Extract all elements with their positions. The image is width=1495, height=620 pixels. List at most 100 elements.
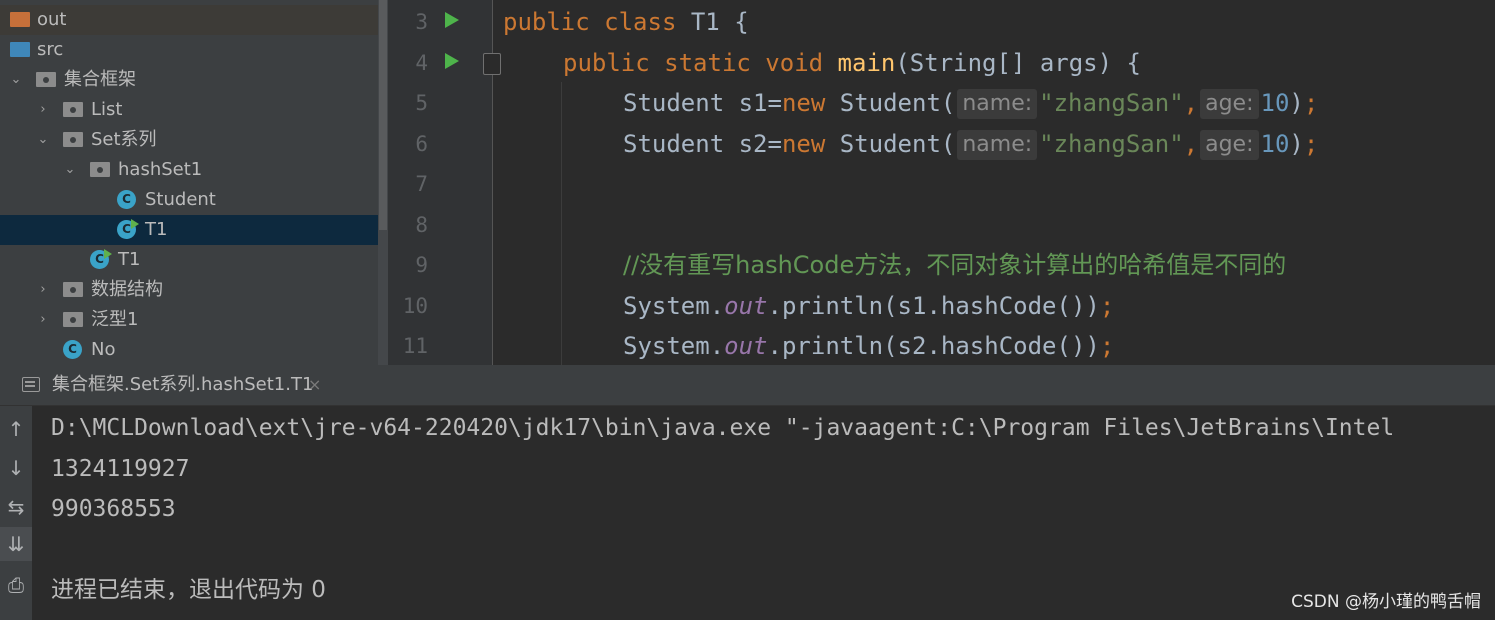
code-editor[interactable]: 3 4 5 6 7 8 9 10 11 public class T1 { pu… bbox=[388, 0, 1495, 365]
static-field: out bbox=[724, 292, 768, 320]
line-number: 11 bbox=[402, 334, 428, 358]
run-main-icon[interactable] bbox=[445, 53, 459, 69]
tree-item-hashset1[interactable]: ⌄ hashSet1 bbox=[0, 155, 388, 185]
string-literal: "zhangSan" bbox=[1039, 89, 1184, 117]
tree-item-label: List bbox=[91, 99, 123, 120]
parameter-hint: name: bbox=[957, 89, 1038, 119]
scroll-up-icon[interactable]: ↑ bbox=[0, 412, 32, 446]
parameter-hint: age: bbox=[1200, 130, 1259, 160]
run-tab-label: 集合框架.Set系列.hashSet1.T1 bbox=[52, 374, 314, 395]
code-text: Student s2= bbox=[623, 130, 782, 158]
method-name: main bbox=[837, 49, 896, 77]
line-number: 8 bbox=[415, 213, 428, 237]
class-icon: C bbox=[117, 190, 136, 209]
tree-item-no[interactable]: C No bbox=[0, 335, 388, 365]
chevron-right-icon[interactable]: › bbox=[36, 95, 50, 125]
package-icon bbox=[63, 102, 83, 117]
close-icon[interactable]: × bbox=[308, 365, 321, 405]
soft-wrap-icon[interactable]: ⇆ bbox=[0, 490, 32, 524]
print-icon[interactable]: ⎙ bbox=[0, 568, 32, 602]
console-icon bbox=[22, 377, 40, 392]
folder-blue-icon bbox=[10, 42, 30, 57]
code-comment: //没有重写hashCode方法，不同对象计算出的哈希值是不同的 bbox=[623, 251, 1287, 279]
tree-item-generics1[interactable]: › 泛型1 bbox=[0, 305, 388, 335]
scroll-down-icon[interactable]: ↓ bbox=[0, 451, 32, 485]
line-number: 7 bbox=[415, 172, 428, 196]
code-text: (String[] args) { bbox=[895, 49, 1141, 77]
semicolon: ; bbox=[1099, 292, 1115, 320]
comma: , bbox=[1183, 130, 1199, 158]
code-line-11: System.out.println(s2.hashCode()); bbox=[623, 326, 1114, 365]
parameter-hint: age: bbox=[1200, 89, 1259, 119]
tree-item-label: No bbox=[91, 339, 116, 360]
code-text: .println(s1.hashCode()) bbox=[767, 292, 1100, 320]
code-text: T1 { bbox=[690, 8, 749, 36]
package-icon bbox=[36, 72, 56, 87]
tree-item-collections[interactable]: ⌄ 集合框架 bbox=[0, 65, 388, 95]
keyword: public class bbox=[503, 8, 691, 36]
code-line-5: Student s1=new Student(name: "zhangSan", a… bbox=[623, 83, 1318, 123]
tree-item-src[interactable]: src bbox=[0, 35, 388, 65]
keyword: new bbox=[781, 130, 840, 158]
keyword: public static void bbox=[563, 49, 838, 77]
line-number: 4 bbox=[415, 51, 428, 75]
tree-item-set-series[interactable]: ⌄ Set系列 bbox=[0, 125, 388, 155]
code-text: Student s1= bbox=[623, 89, 782, 117]
console-output[interactable]: D:\MCLDownload\ext\jre-v64-220420\jdk17\… bbox=[51, 406, 1495, 620]
line-number: 3 bbox=[415, 10, 428, 34]
console-exit-message: 进程已结束，退出代码为 0 bbox=[51, 577, 326, 603]
scroll-to-end-icon[interactable]: ⇊ bbox=[0, 527, 32, 561]
tree-item-list[interactable]: › List bbox=[0, 95, 388, 125]
code-text: ) bbox=[1289, 130, 1304, 158]
tree-item-label: hashSet1 bbox=[118, 159, 203, 180]
tree-item-label: 泛型1 bbox=[91, 309, 139, 330]
console-output-line: 990368553 bbox=[51, 496, 176, 522]
run-toolbar: ↑ ↓ ⇆ ⇊ ⎙ bbox=[0, 406, 32, 620]
indent-guide bbox=[561, 82, 562, 365]
tree-item-t1[interactable]: C T1 bbox=[0, 245, 388, 275]
code-text: Student( bbox=[839, 89, 956, 117]
folder-orange-icon bbox=[10, 12, 30, 27]
scrollbar-thumb[interactable] bbox=[379, 0, 387, 230]
run-tab-bar: 集合框架.Set系列.hashSet1.T1 × bbox=[0, 365, 1495, 406]
tree-item-label: src bbox=[37, 39, 64, 60]
chevron-down-icon[interactable]: ⌄ bbox=[63, 155, 77, 185]
chevron-down-icon[interactable]: ⌄ bbox=[9, 65, 23, 95]
semicolon: ; bbox=[1303, 89, 1319, 117]
chevron-right-icon[interactable]: › bbox=[36, 305, 50, 335]
tree-item-out[interactable]: out bbox=[0, 5, 388, 35]
line-number: 10 bbox=[402, 294, 428, 318]
code-line-6: Student s2=new Student(name: "zhangSan", a… bbox=[623, 124, 1318, 164]
package-icon bbox=[90, 162, 110, 177]
tree-item-label: T1 bbox=[118, 249, 141, 270]
chevron-right-icon[interactable]: › bbox=[36, 275, 50, 305]
class-icon: C bbox=[63, 340, 82, 359]
watermark: CSDN @杨小瑾的鸭舌帽 bbox=[1291, 592, 1481, 612]
tree-item-t1-selected[interactable]: C T1 bbox=[0, 215, 388, 245]
tree-item-label: 集合框架 bbox=[64, 69, 136, 90]
console-command-line: D:\MCLDownload\ext\jre-v64-220420\jdk17\… bbox=[51, 415, 1395, 441]
tree-item-student[interactable]: C Student bbox=[0, 185, 388, 215]
code-text: System. bbox=[623, 292, 725, 320]
code-text: System. bbox=[623, 332, 725, 360]
code-line-10: System.out.println(s1.hashCode()); bbox=[623, 286, 1114, 326]
package-icon bbox=[63, 312, 83, 327]
tree-scrollbar[interactable] bbox=[378, 0, 388, 365]
run-panel: 集合框架.Set系列.hashSet1.T1 × ↑ ↓ ⇆ ⇊ ⎙ D:\MC… bbox=[0, 365, 1495, 620]
static-field: out bbox=[724, 332, 768, 360]
tree-item-data-structures[interactable]: › 数据结构 bbox=[0, 275, 388, 305]
editor-gutter: 3 4 5 6 7 8 9 10 11 bbox=[388, 0, 493, 365]
number-literal: 10 bbox=[1260, 130, 1290, 158]
project-tree: out src ⌄ 集合框架 › List ⌄ Set系列 ⌄ hashSet1… bbox=[0, 0, 388, 365]
run-tab[interactable]: 集合框架.Set系列.hashSet1.T1 × bbox=[8, 365, 321, 405]
string-literal: "zhangSan" bbox=[1039, 130, 1184, 158]
run-class-icon[interactable] bbox=[445, 12, 459, 28]
code-line-4: public static void main(String[] args) { bbox=[563, 43, 1141, 83]
tree-item-label: T1 bbox=[145, 219, 168, 240]
chevron-down-icon[interactable]: ⌄ bbox=[36, 125, 50, 155]
semicolon: ; bbox=[1099, 332, 1115, 360]
tree-item-label: Student bbox=[145, 189, 216, 210]
package-icon bbox=[63, 282, 83, 297]
tree-item-label: Set系列 bbox=[91, 129, 157, 150]
code-text: Student( bbox=[839, 130, 956, 158]
